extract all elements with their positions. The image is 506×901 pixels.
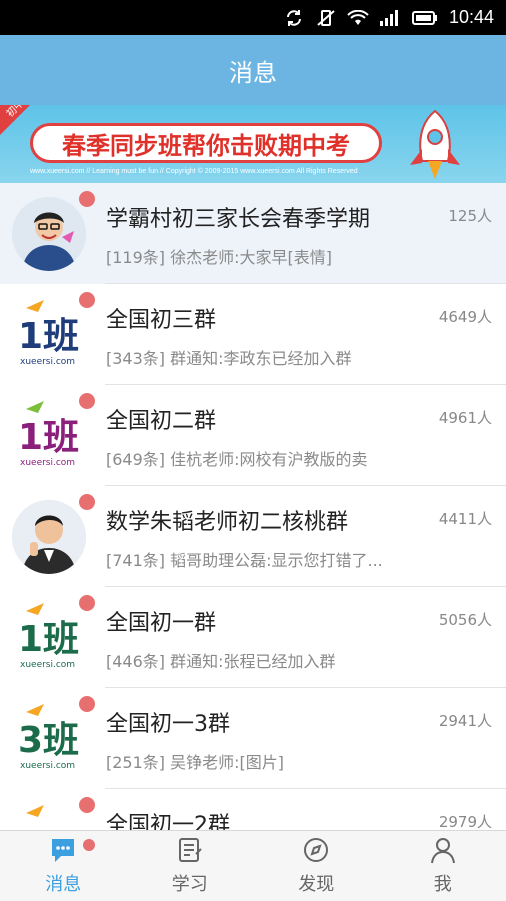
class-logo-icon <box>12 803 86 830</box>
member-count: 4649人 <box>439 306 492 327</box>
logo-class-label: 3班 <box>18 720 79 761</box>
last-message: [119条] 徐杰老师:大家早[表情] <box>106 244 332 268</box>
conversation-row[interactable]: 1班 xueersi.com 全国初一群 5056人 [446条] 群通知:张程… <box>0 587 506 688</box>
logo-site-label: xueersi.com <box>20 357 75 367</box>
chat-bubble-icon <box>49 836 77 868</box>
last-message: [741条] 韬哥助理公磊:显示您打错了... <box>106 547 383 571</box>
conversation-row[interactable]: 全国初一2群 2979人 <box>0 789 506 830</box>
class-1-logo-icon: 1班 xueersi.com <box>12 601 86 675</box>
conversation-list: 学霸村初三家长会春季学期 125人 [119条] 徐杰老师:大家早[表情] 1班… <box>0 183 506 830</box>
conversation-row[interactable]: 1班 xueersi.com 全国初二群 4961人 [649条] 佳杭老师:网… <box>0 385 506 486</box>
page-title: 消息 <box>229 53 277 88</box>
unread-badge <box>79 292 95 308</box>
conversation-name: 学霸村初三家长会春季学期 <box>106 201 370 233</box>
member-count: 5056人 <box>439 609 492 630</box>
unread-badge <box>83 839 95 851</box>
rocket-icon <box>400 109 470 183</box>
conversation-name: 全国初一群 <box>106 605 216 637</box>
logo-site-label: xueersi.com <box>20 458 75 468</box>
bottom-tab-bar: 消息 学习 发现 我 <box>0 830 506 901</box>
sync-icon <box>283 9 305 27</box>
signal-icon <box>379 9 401 27</box>
last-message: [251条] 吴铮老师:[图片] <box>106 749 284 773</box>
conversation-name: 全国初三群 <box>106 302 216 334</box>
tab-messages[interactable]: 消息 <box>0 831 127 901</box>
banner-headline: 春季同步班帮你击败期中考 <box>62 126 350 161</box>
status-bar: 10:44 <box>0 0 506 35</box>
logo-site-label: xueersi.com <box>20 660 75 670</box>
logo-class-label: 1班 <box>18 316 79 357</box>
member-count: 125人 <box>448 205 492 226</box>
conversation-row[interactable]: 1班 xueersi.com 全国初三群 4649人 [343条] 群通知:李政… <box>0 284 506 385</box>
last-message: [649条] 佳杭老师:网校有沪教版的卖 <box>106 446 368 470</box>
unread-badge <box>79 797 95 813</box>
tab-label: 学习 <box>172 870 208 896</box>
unread-badge <box>79 696 95 712</box>
last-message: [446条] 群通知:张程已经加入群 <box>106 648 336 672</box>
tab-label: 消息 <box>45 870 81 896</box>
unread-badge <box>79 494 95 510</box>
person-photo-icon <box>12 197 86 271</box>
teacher-photo-icon <box>12 500 86 574</box>
tab-discover[interactable]: 发现 <box>253 831 380 901</box>
battery-icon <box>411 9 439 27</box>
member-count: 4961人 <box>439 407 492 428</box>
conversation-row[interactable]: 3班 xueersi.com 全国初一3群 2941人 [251条] 吴铮老师:… <box>0 688 506 789</box>
member-count: 4411人 <box>439 508 492 529</box>
header: 消息 <box>0 35 506 105</box>
conversation-row[interactable]: 学霸村初三家长会春季学期 125人 [119条] 徐杰老师:大家早[表情] <box>0 183 506 284</box>
logo-class-label: 1班 <box>18 619 79 660</box>
logo-class-label: 1班 <box>18 417 79 458</box>
conversation-name: 数学朱韬老师初二核桃群 <box>106 504 348 536</box>
conversation-name: 全国初一3群 <box>106 706 230 738</box>
class-3-logo-icon: 3班 xueersi.com <box>12 702 86 776</box>
compass-icon <box>302 836 330 868</box>
class-1-logo-icon: 1班 xueersi.com <box>12 399 86 473</box>
member-count: 2979人 <box>439 811 492 830</box>
tab-label: 发现 <box>298 870 334 896</box>
logo-site-label: xueersi.com <box>20 761 75 771</box>
conversation-name: 全国初二群 <box>106 403 216 435</box>
unread-badge <box>79 191 95 207</box>
banner-headline-pill: 春季同步班帮你击败期中考 <box>30 123 382 163</box>
tab-label: 我 <box>434 870 452 896</box>
class-1-logo-icon: 1班 xueersi.com <box>12 298 86 372</box>
last-message: [343条] 群通知:李政东已经加入群 <box>106 345 352 369</box>
banner-fine-print: www.xueersi.com // Learning must be fun … <box>30 168 358 175</box>
tab-me[interactable]: 我 <box>380 831 506 901</box>
conversation-name: 全国初一2群 <box>106 807 230 830</box>
member-count: 2941人 <box>439 710 492 731</box>
vibrate-off-icon <box>315 9 337 27</box>
person-icon <box>429 836 457 868</box>
promo-banner[interactable]: 初中 春季同步班帮你击败期中考 www.xueersi.com // Learn… <box>0 105 506 183</box>
unread-badge <box>79 393 95 409</box>
tab-study[interactable]: 学习 <box>127 831 254 901</box>
unread-badge <box>79 595 95 611</box>
clock: 10:44 <box>449 7 494 28</box>
notebook-icon <box>176 836 204 868</box>
wifi-icon <box>347 9 369 27</box>
conversation-row[interactable]: 数学朱韬老师初二核桃群 4411人 [741条] 韬哥助理公磊:显示您打错了..… <box>0 486 506 587</box>
